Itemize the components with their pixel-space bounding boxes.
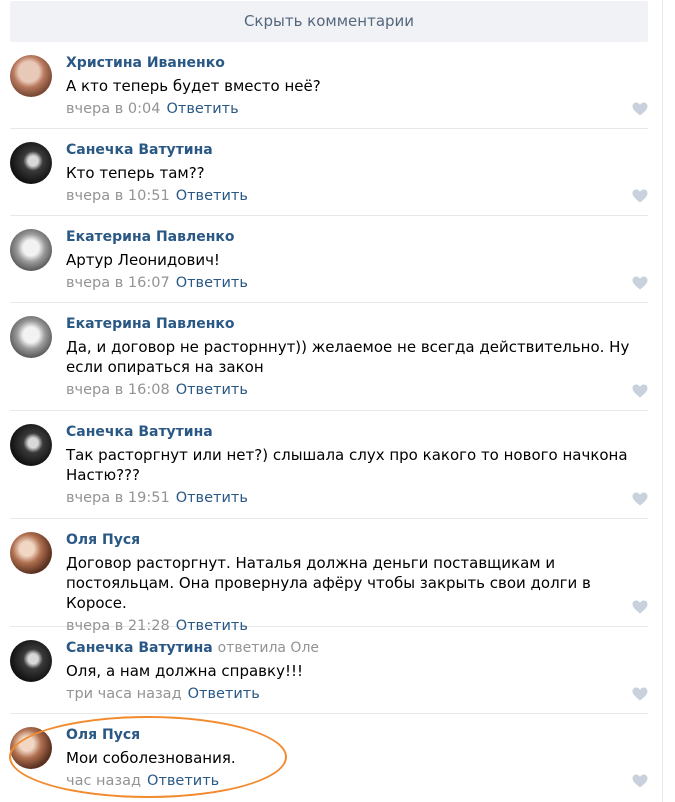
comment-author[interactable]: Санечка Ватутина bbox=[66, 141, 648, 159]
comment-body: Оля Пуся Договор расторгнут. Наталья долж… bbox=[66, 531, 648, 635]
author-name[interactable]: Екатерина Павленко bbox=[66, 316, 235, 332]
comment-author[interactable]: Оля Пуся bbox=[66, 726, 648, 744]
comment-text: Да, и договор не расторннут)) желаемое н… bbox=[66, 338, 630, 376]
comment-meta: вчера в 16:07 Ответить bbox=[66, 274, 648, 292]
heart-icon[interactable] bbox=[632, 492, 648, 506]
comment-time[interactable]: вчера в 10:51 bbox=[66, 188, 170, 204]
reply-button[interactable]: Ответить bbox=[176, 382, 248, 398]
comment-text: Договор расторгнут. Наталья должна деньг… bbox=[66, 554, 591, 612]
author-name[interactable]: Санечка Ватутина bbox=[66, 142, 213, 158]
comment-meta: три часа назад Ответить bbox=[66, 685, 648, 703]
comment-author[interactable]: Христина Иваненко bbox=[66, 54, 648, 72]
heart-icon[interactable] bbox=[632, 600, 648, 614]
avatar[interactable] bbox=[10, 640, 52, 682]
comment-body: Екатерина Павленко Артур Леонидович! вчера… bbox=[66, 228, 648, 292]
comments-panel: Скрыть комментарии Христина Иваненко А кт… bbox=[0, 0, 675, 802]
comment-text: А кто теперь будет вместо неё? bbox=[66, 77, 321, 95]
heart-icon[interactable] bbox=[632, 102, 648, 116]
comment-list: Христина Иваненко А кто теперь будет вмес… bbox=[0, 42, 660, 801]
reply-to-label[interactable]: ответила Оле bbox=[218, 640, 319, 656]
reply-button[interactable]: Ответить bbox=[176, 188, 248, 204]
author-name[interactable]: Санечка Ватутина bbox=[66, 424, 213, 440]
author-name[interactable]: Оля Пуся bbox=[66, 532, 140, 548]
comment-text: Мои соболезнования. bbox=[66, 749, 236, 767]
comment-author[interactable]: Екатерина Павленко bbox=[66, 228, 648, 246]
reply-button[interactable]: Ответить bbox=[176, 490, 248, 506]
comment-time[interactable]: час назад bbox=[66, 773, 141, 789]
comment-item: Христина Иваненко А кто теперь будет вмес… bbox=[10, 42, 648, 129]
comment-body: Екатерина Павленко Да, и договор не расто… bbox=[66, 315, 648, 399]
comment-item: Екатерина Павленко Да, и договор не расто… bbox=[10, 303, 648, 411]
comment-text: Так расторгнут или нет?) слышала слух пр… bbox=[66, 446, 628, 484]
comment-item: Санечка Ватутина Кто теперь там?? вчера в … bbox=[10, 129, 648, 216]
comment-author[interactable]: Оля Пуся bbox=[66, 531, 648, 549]
comment-meta: вчера в 19:51 Ответить bbox=[66, 489, 648, 507]
comment-item: Оля Пуся Мои соболезнования. час назад Отве… bbox=[10, 714, 648, 801]
comment-body: Христина Иваненко А кто теперь будет вмес… bbox=[66, 54, 648, 118]
comment-body: Санечка Ватутина Кто теперь там?? вчера в … bbox=[66, 141, 648, 205]
author-name[interactable]: Екатерина Павленко bbox=[66, 229, 235, 245]
comment-meta: вчера в 0:04 Ответить bbox=[66, 100, 648, 118]
avatar[interactable] bbox=[10, 727, 52, 769]
author-name[interactable]: Христина Иваненко bbox=[66, 55, 225, 71]
comment-text: Артур Леонидович! bbox=[66, 251, 220, 269]
author-name[interactable]: Санечка Ватутина bbox=[66, 640, 213, 656]
avatar[interactable] bbox=[10, 229, 52, 271]
comment-time[interactable]: вчера в 19:51 bbox=[66, 490, 170, 506]
comment-time[interactable]: три часа назад bbox=[66, 686, 182, 702]
reply-button[interactable]: Ответить bbox=[188, 686, 260, 702]
hide-comments-button[interactable]: Скрыть комментарии bbox=[10, 1, 648, 42]
comment-body: Санечка Ватутина ответила Оле Оля, а нам … bbox=[66, 639, 648, 703]
heart-icon[interactable] bbox=[632, 276, 648, 290]
comment-text: Оля, а нам должна справку!!! bbox=[66, 662, 303, 680]
avatar[interactable] bbox=[10, 424, 52, 466]
avatar[interactable] bbox=[10, 142, 52, 184]
comment-time[interactable]: вчера в 16:08 bbox=[66, 382, 170, 398]
comment-author[interactable]: Санечка Ватутина bbox=[66, 423, 648, 441]
avatar[interactable] bbox=[10, 55, 52, 97]
comment-meta: час назад Ответить bbox=[66, 772, 648, 790]
comment-item: Санечка Ватутина Так расторгнут или нет?)… bbox=[10, 411, 648, 519]
avatar[interactable] bbox=[10, 532, 52, 574]
comment-author[interactable]: Санечка Ватутина ответила Оле bbox=[66, 639, 648, 657]
comment-item: Оля Пуся Договор расторгнут. Наталья долж… bbox=[10, 519, 648, 634]
comment-meta: вчера в 10:51 Ответить bbox=[66, 187, 648, 205]
reply-button[interactable]: Ответить bbox=[147, 773, 219, 789]
comment-author[interactable]: Екатерина Павленко bbox=[66, 315, 648, 333]
comment-time[interactable]: вчера в 0:04 bbox=[66, 101, 160, 117]
reply-button[interactable]: Ответить bbox=[166, 101, 238, 117]
comment-item: Санечка Ватутина ответила Оле Оля, а нам … bbox=[10, 627, 648, 714]
heart-icon[interactable] bbox=[632, 687, 648, 701]
heart-icon[interactable] bbox=[632, 774, 648, 788]
comment-time[interactable]: вчера в 16:07 bbox=[66, 275, 170, 291]
comment-body: Оля Пуся Мои соболезнования. час назад Отве… bbox=[66, 726, 648, 790]
comment-item: Екатерина Павленко Артур Леонидович! вчера… bbox=[10, 216, 648, 303]
avatar[interactable] bbox=[10, 316, 52, 358]
panel-border bbox=[662, 0, 663, 802]
comment-body: Санечка Ватутина Так расторгнут или нет?)… bbox=[66, 423, 648, 507]
author-name[interactable]: Оля Пуся bbox=[66, 727, 140, 743]
heart-icon[interactable] bbox=[632, 189, 648, 203]
comment-meta: вчера в 16:08 Ответить bbox=[66, 381, 648, 399]
comment-text: Кто теперь там?? bbox=[66, 164, 205, 182]
heart-icon[interactable] bbox=[632, 384, 648, 398]
reply-button[interactable]: Ответить bbox=[176, 275, 248, 291]
